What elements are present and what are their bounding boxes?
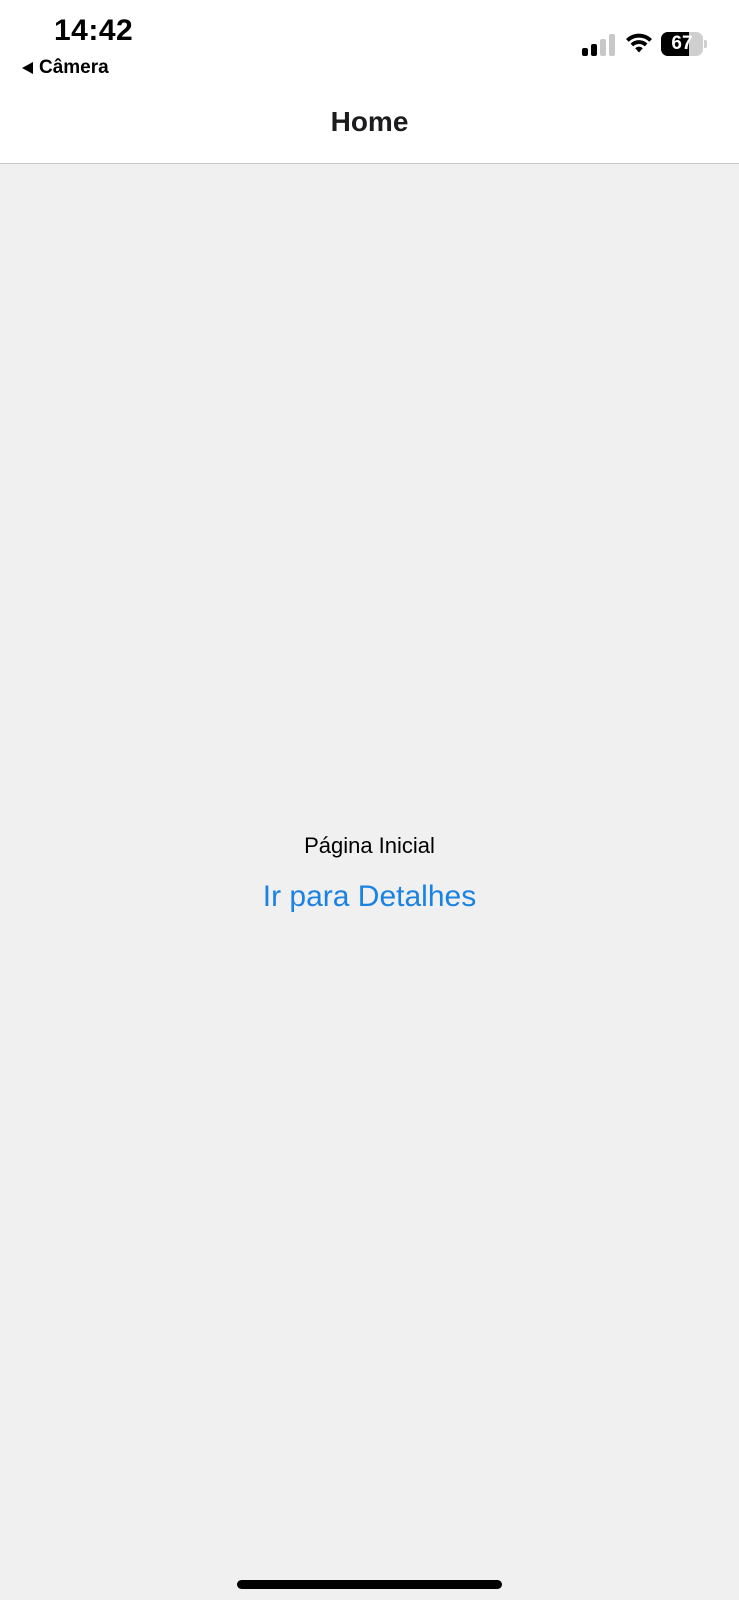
signal-bar <box>609 34 615 56</box>
status-time: 14:42 <box>54 14 134 47</box>
back-to-app-label: Câmera <box>39 57 109 78</box>
status-bar: 14:42 Câmera 67 <box>0 0 739 90</box>
signal-bar <box>600 39 606 56</box>
signal-icon <box>582 32 616 56</box>
signal-bar <box>591 44 597 56</box>
page-title: Home <box>330 105 409 137</box>
back-triangle-icon <box>22 62 33 74</box>
battery-body: 67 <box>661 32 703 56</box>
wifi-icon <box>626 33 652 53</box>
back-to-app-button[interactable]: Câmera <box>22 56 109 80</box>
home-indicator[interactable] <box>237 1580 502 1589</box>
app-screen: 14:42 Câmera 67 Home Página Inicial Ir p… <box>0 0 739 1600</box>
battery-level: 67 <box>671 33 693 54</box>
navigation-header: Home <box>0 90 739 164</box>
battery-tip <box>704 40 707 48</box>
page-label: Página Inicial <box>304 833 435 858</box>
main-content: Página Inicial Ir para Detalhes <box>0 165 739 1600</box>
battery-icon: 67 <box>661 32 707 56</box>
signal-bar <box>582 48 588 56</box>
go-to-details-button[interactable]: Ir para Detalhes <box>0 880 739 914</box>
